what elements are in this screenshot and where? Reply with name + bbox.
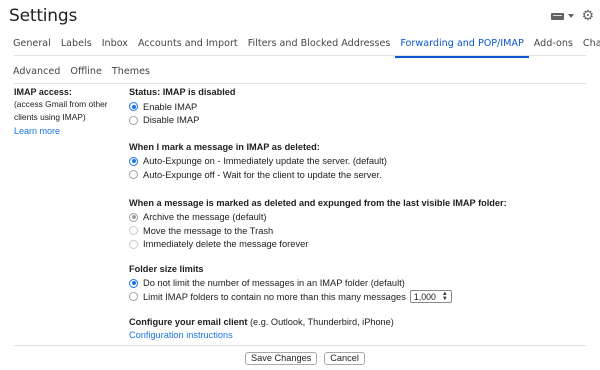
no-limit-radio[interactable] — [129, 278, 138, 288]
tab-labels[interactable]: Labels — [56, 30, 97, 58]
configure-client-heading-rest: (e.g. Outlook, Thunderbird, iPhone) — [247, 316, 394, 327]
tab-general[interactable]: General — [8, 30, 56, 58]
save-changes-button[interactable]: Save Changes — [245, 352, 318, 365]
auto-expunge-on-radio[interactable] — [129, 156, 138, 166]
imap-access-heading: IMAP access: — [14, 87, 72, 97]
tab-forwarding-and-pop-imap[interactable]: Forwarding and POP/IMAP — [395, 30, 529, 58]
auto-expunge-off-radio[interactable] — [129, 170, 138, 180]
tab-advanced[interactable]: Advanced — [8, 58, 65, 86]
move-to-trash-label: Move the message to the Trash — [143, 225, 274, 236]
enable-imap-radio[interactable] — [129, 102, 138, 112]
tab-inbox[interactable]: Inbox — [97, 30, 133, 58]
footer-divider — [14, 345, 586, 346]
tab-offline[interactable]: Offline — [65, 58, 106, 86]
enable-imap-label: Enable IMAP — [143, 101, 198, 112]
tab-divider-2 — [14, 83, 586, 84]
folder-size-heading: Folder size limits — [129, 263, 204, 274]
limit-folders-label: Limit IMAP folders to contain no more th… — [143, 291, 406, 302]
keyboard-icon[interactable] — [551, 12, 565, 20]
imap-section-label: IMAP access: (access Gmail from other cl… — [14, 87, 124, 136]
imap-status: Status: IMAP is disabled — [129, 87, 236, 97]
tab-add-ons[interactable]: Add-ons — [529, 30, 578, 58]
top-icons: ⚙ — [551, 9, 594, 23]
enable-imap-option[interactable]: Enable IMAP — [129, 100, 590, 113]
auto-expunge-on-label: Auto-Expunge on - Immediately update the… — [143, 156, 387, 167]
auto-expunge-off-option[interactable]: Auto-Expunge off - Wait for the client t… — [129, 168, 590, 181]
delete-forever-radio[interactable] — [129, 239, 138, 249]
auto-expunge-on-option[interactable]: Auto-Expunge on - Immediately update the… — [129, 155, 590, 168]
archive-message-label: Archive the message (default) — [143, 212, 267, 223]
limit-folders-radio[interactable] — [129, 292, 138, 302]
delete-forever-label: Immediately delete the message forever — [143, 239, 309, 250]
cancel-button[interactable]: Cancel — [324, 352, 365, 365]
configure-client-heading-bold: Configure your email client — [129, 316, 248, 327]
select-arrows-icon: ▲ ▼ — [441, 290, 448, 302]
tab-themes[interactable]: Themes — [107, 58, 155, 86]
delete-forever-option[interactable]: Immediately delete the message forever — [129, 237, 590, 250]
tab-row-2: Advanced Offline Themes — [8, 58, 155, 86]
limit-folders-option[interactable]: Limit IMAP folders to contain no more th… — [129, 290, 590, 304]
no-limit-label: Do not limit the number of messages in a… — [143, 278, 405, 289]
imap-access-description: (access Gmail from other clients using I… — [14, 99, 108, 122]
auto-expunge-off-label: Auto-Expunge off - Wait for the client t… — [143, 169, 382, 180]
folder-limit-select[interactable]: 1,000 ▲ ▼ — [409, 290, 452, 304]
disable-imap-option[interactable]: Disable IMAP — [129, 113, 590, 126]
archive-message-radio[interactable] — [129, 212, 138, 222]
imap-settings: Status: IMAP is disabled Enable IMAP Dis… — [129, 87, 590, 340]
expunged-heading: When a message is marked as deleted and … — [129, 197, 507, 208]
deleted-heading: When I mark a message in IMAP as deleted… — [129, 141, 320, 152]
folder-limit-value: 1,000 — [413, 291, 436, 302]
gear-icon[interactable]: ⚙ — [581, 9, 594, 23]
tab-filters-and-blocked-addresses[interactable]: Filters and Blocked Addresses — [243, 30, 396, 58]
tab-chat[interactable]: Chat — [578, 30, 600, 58]
tab-row-1: General Labels Inbox Accounts and Import… — [8, 30, 600, 58]
configuration-instructions-link[interactable]: Configuration instructions — [129, 330, 233, 340]
disable-imap-label: Disable IMAP — [143, 115, 200, 126]
tab-divider — [14, 55, 586, 56]
tab-accounts-and-import[interactable]: Accounts and Import — [133, 30, 243, 58]
configure-client-heading: Configure your email client (e.g. Outloo… — [129, 317, 590, 327]
footer-buttons: Save Changes Cancel — [245, 352, 365, 365]
page-title: Settings — [9, 6, 78, 26]
archive-message-option[interactable]: Archive the message (default) — [129, 211, 590, 224]
caret-down-icon[interactable] — [568, 14, 575, 18]
move-to-trash-option[interactable]: Move the message to the Trash — [129, 224, 590, 237]
no-limit-option[interactable]: Do not limit the number of messages in a… — [129, 277, 590, 290]
learn-more-link[interactable]: Learn more — [14, 126, 124, 136]
disable-imap-radio[interactable] — [129, 115, 138, 125]
move-to-trash-radio[interactable] — [129, 226, 138, 236]
